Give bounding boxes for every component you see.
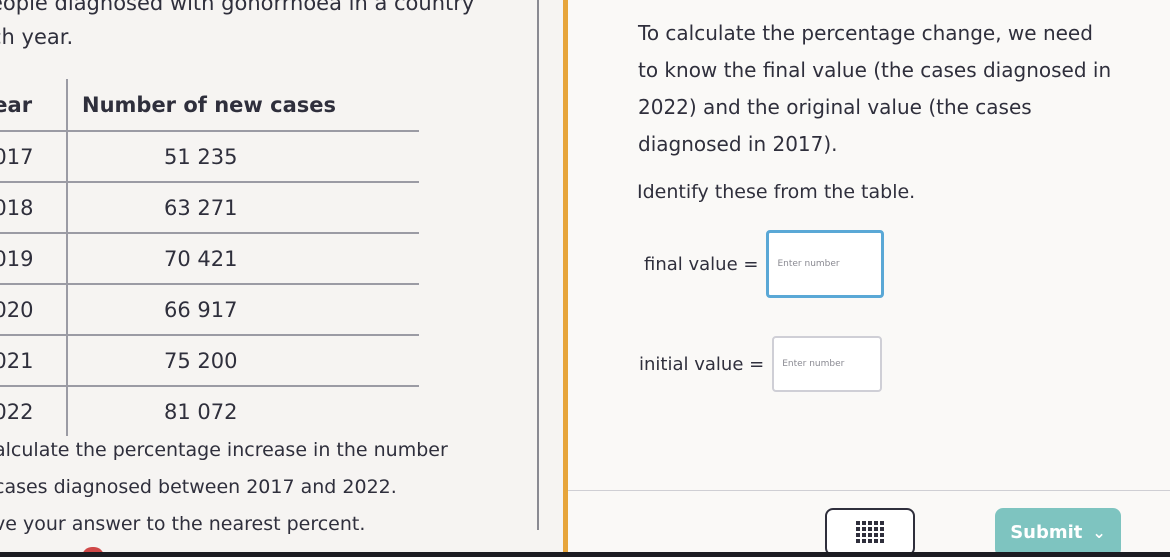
cases-cell: 51 235 [67,131,419,183]
final-value-input[interactable] [766,230,885,298]
submit-button[interactable]: Submit ⌄ [995,508,1121,557]
initial-value-row: initial value = [639,336,883,392]
hint-panel: To calculate the percentage change, we n… [563,0,1170,557]
question-panel: eople diagnosed with gonorrhoea in a cou… [0,0,560,557]
table-row: 2020 66 917 [0,284,419,336]
calculator-button[interactable] [825,508,915,556]
chevron-down-icon: ⌄ [1092,523,1106,542]
question-intro: eople diagnosed with gonorrhoea in a cou… [0,0,474,54]
column-divider [537,0,539,530]
intro-line: ch year. [0,25,74,49]
identify-instruction: Identify these from the table. [637,181,916,203]
final-value-row: final value = [644,230,885,298]
table-row: 2022 81 072 [0,386,419,436]
cases-cell: 66 917 [67,284,419,336]
cases-cell: 75 200 [67,335,419,387]
explanation-line: To calculate the percentage change, we n… [638,21,1093,45]
table-row: 2017 51 235 [0,131,419,183]
question-line: cases diagnosed between 2017 and 2022. [0,476,397,498]
year-cell: 2020 [0,284,68,336]
year-cell: 2018 [0,182,68,234]
cases-cell: 63 271 [67,182,419,234]
table-row: 2018 63 271 [0,182,419,234]
question-line: ve your answer to the nearest percent. [0,513,366,535]
question-line: alculate the percentage increase in the … [0,439,448,461]
intro-line: eople diagnosed with gonorrhoea in a cou… [0,0,475,15]
question-text: alculate the percentage increase in the … [0,432,448,543]
table-row: 2021 75 200 [0,335,419,387]
hint-explanation: To calculate the percentage change, we n… [638,15,1111,163]
year-header: Year [0,79,68,132]
screen-bottom-edge [0,552,1170,557]
explanation-line: diagnosed in 2017). [638,132,838,156]
table-row: 2019 70 421 [0,233,419,285]
year-cell: 2021 [0,335,68,387]
calculator-icon [856,521,884,543]
initial-value-input[interactable] [772,336,883,392]
year-cell: 2017 [0,131,68,183]
year-cell: 2019 [0,233,68,285]
table-header-row: Year Number of new cases [0,79,419,132]
explanation-line: 2022) and the original value (the cases [638,95,1032,119]
year-cell: 2022 [0,386,68,436]
cases-header: Number of new cases [67,79,419,132]
final-value-label: final value = [644,253,759,275]
initial-value-label: initial value = [639,353,765,375]
cases-table: Year Number of new cases 2017 51 235 201… [0,79,419,436]
submit-label: Submit [1010,522,1083,543]
footer-divider [568,490,1170,491]
cases-cell: 81 072 [164,399,238,424]
explanation-line: to know the final value (the cases diagn… [638,58,1112,82]
cases-cell: 70 421 [67,233,419,285]
